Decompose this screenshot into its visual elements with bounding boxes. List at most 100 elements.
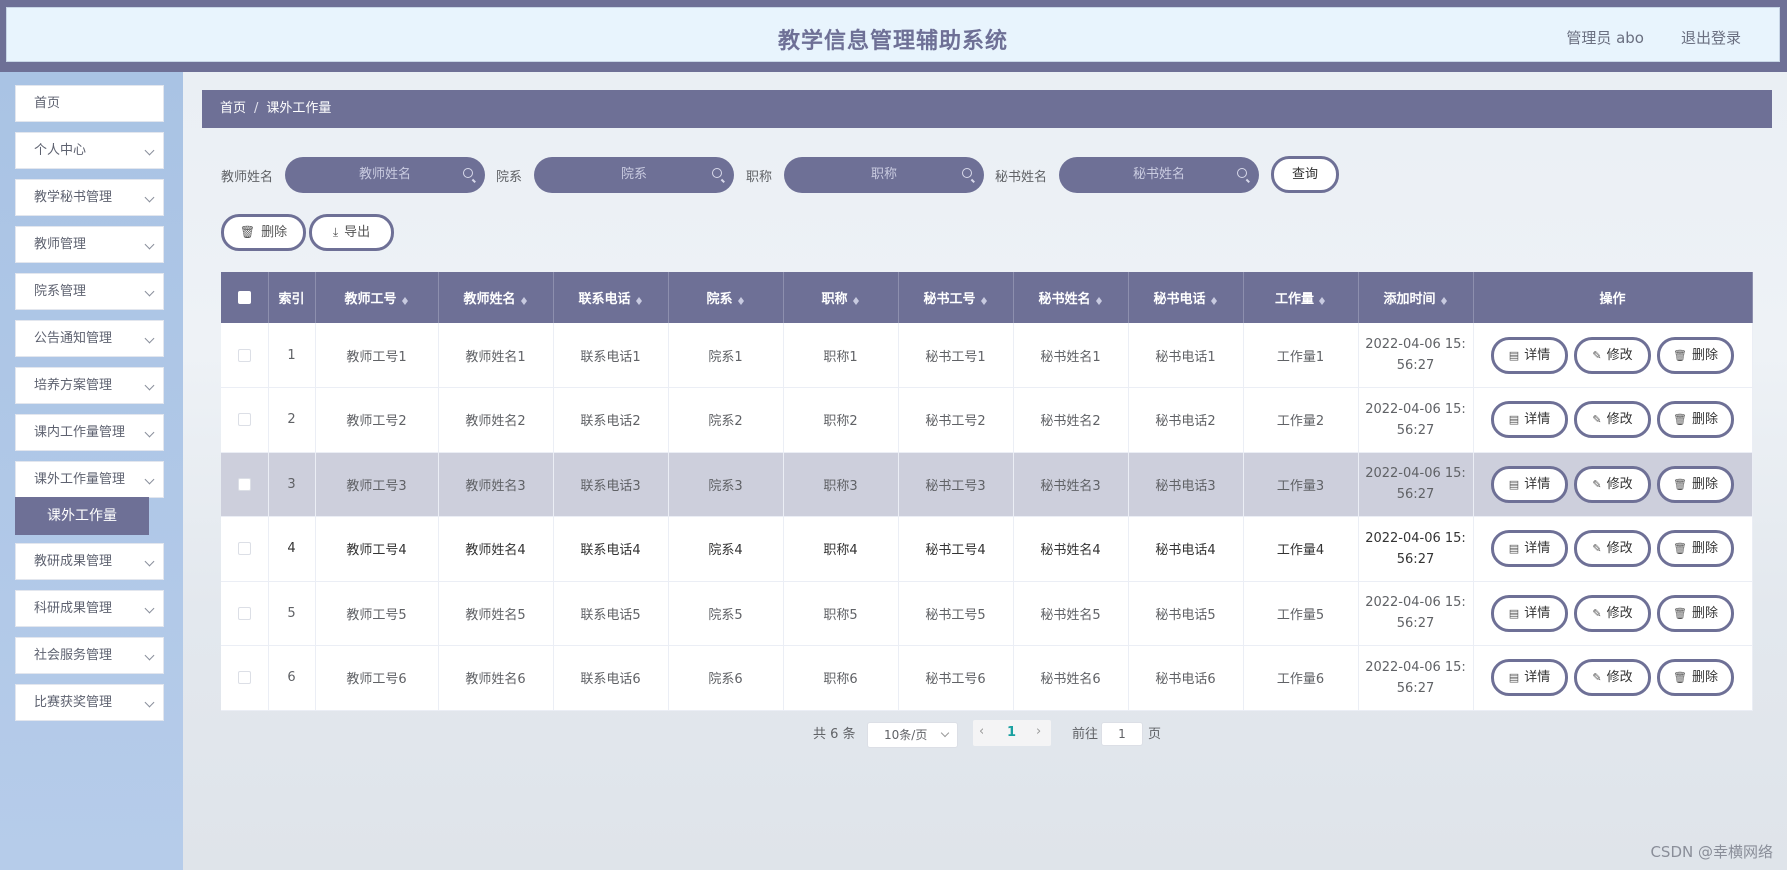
sidebar-item-secretary[interactable]: 教学秘书管理 xyxy=(15,179,164,216)
sort-icon[interactable] xyxy=(635,294,643,306)
export-button[interactable]: ⤓ 导出 xyxy=(309,214,394,251)
time-cell: 2022-04-06 15: 56:27 xyxy=(1358,581,1474,646)
col-header-added-time[interactable]: 添加时间 xyxy=(1358,272,1474,323)
sidebar-item-competition[interactable]: 比赛获奖管理 xyxy=(15,684,164,721)
row-select-cell[interactable] xyxy=(221,516,269,582)
delete-button[interactable]: 🗑 删除 xyxy=(1657,530,1734,568)
sidebar-item-plan[interactable]: 培养方案管理 xyxy=(15,367,164,404)
sort-icon[interactable] xyxy=(1319,294,1326,306)
detail-button[interactable]: ▤ 详情 xyxy=(1491,659,1568,697)
logout-link[interactable]: 退出登录 xyxy=(1681,27,1741,48)
edit-button[interactable]: ✎ 修改 xyxy=(1574,659,1651,697)
sidebar-item-label: 科研成果管理 xyxy=(34,601,113,616)
goto-page-input[interactable]: 1 xyxy=(1101,722,1143,746)
page-size-select[interactable]: 10条/页 xyxy=(867,722,958,748)
sort-icon[interactable] xyxy=(737,294,745,306)
row-select-cell[interactable] xyxy=(221,581,269,646)
col-header-phone[interactable]: 联系电话 xyxy=(553,272,669,323)
sidebar-item-in-class-workload[interactable]: 课内工作量管理 xyxy=(15,414,164,451)
breadcrumb-home[interactable]: 首页 xyxy=(220,101,246,116)
delete-button[interactable]: 🗑 删除 xyxy=(1657,659,1734,697)
sort-icon[interactable] xyxy=(1210,294,1218,306)
edit-button[interactable]: ✎ 修改 xyxy=(1574,401,1651,439)
row-select-cell[interactable] xyxy=(221,323,269,388)
sort-icon[interactable] xyxy=(1440,294,1448,306)
table-cell: 秘书电话5 xyxy=(1128,581,1244,646)
table-cell: 联系电话2 xyxy=(553,387,669,453)
table-cell: 秘书工号3 xyxy=(898,452,1014,517)
secretary-name-input[interactable]: 秘书姓名 xyxy=(1059,157,1259,193)
delete-button[interactable]: 🗑 删除 xyxy=(1657,401,1734,439)
table-cell: 教师姓名5 xyxy=(438,581,554,646)
query-button[interactable]: 查询 xyxy=(1271,156,1339,193)
col-header-secretary-id[interactable]: 秘书工号 xyxy=(898,272,1014,323)
col-header-secretary-phone[interactable]: 秘书电话 xyxy=(1128,272,1244,323)
detail-button[interactable]: ▤ 详情 xyxy=(1491,530,1568,568)
pencil-icon: ✎ xyxy=(1592,477,1602,491)
teacher-name-label: 教师姓名 xyxy=(221,170,274,185)
sidebar-item-label: 公告通知管理 xyxy=(34,331,113,346)
table-cell: 秘书工号2 xyxy=(898,387,1014,453)
edit-button[interactable]: ✎ 修改 xyxy=(1574,530,1651,568)
sort-icon[interactable] xyxy=(852,294,860,306)
edit-button[interactable]: ✎ 修改 xyxy=(1574,465,1651,503)
sidebar-item-extra-class-workload[interactable]: 课外工作量管理 xyxy=(15,461,164,498)
row-checkbox[interactable] xyxy=(237,413,251,427)
select-all-cell[interactable] xyxy=(221,272,269,323)
row-select-cell[interactable] xyxy=(221,452,269,517)
edit-button[interactable]: ✎ 修改 xyxy=(1574,594,1651,632)
table-row: 4 教师工号4 教师姓名4 联系电话4 院系4 职称4 秘书工号4 秘书姓名4 秘书电话4 工作量… xyxy=(221,516,1753,582)
sort-icon[interactable] xyxy=(401,294,409,306)
title-input[interactable]: 职称 xyxy=(784,157,984,193)
col-header-title[interactable]: 职称 xyxy=(783,272,899,323)
sidebar-item-teacher[interactable]: 教师管理 xyxy=(15,226,164,263)
sidebar-item-home[interactable]: 首页 xyxy=(15,85,164,122)
col-header-secretary-name[interactable]: 秘书姓名 xyxy=(1013,272,1129,323)
sidebar-item-notice[interactable]: 公告通知管理 xyxy=(15,320,164,357)
chevron-down-icon xyxy=(144,333,155,344)
col-header-teacher-id[interactable]: 教师工号 xyxy=(315,272,439,323)
col-header-teacher-name[interactable]: 教师姓名 xyxy=(438,272,554,323)
sidebar: 首页 个人中心 教学秘书管理 教师管理 院系管理 公告通知管理 培养方案管理 课… xyxy=(0,72,183,870)
sidebar-item-teaching-research[interactable]: 教研成果管理 xyxy=(15,543,164,580)
input-placeholder: 教师姓名 xyxy=(358,167,411,182)
sort-icon[interactable] xyxy=(980,294,988,306)
submenu-item-extra-workload[interactable]: 课外工作量 xyxy=(15,497,149,535)
detail-button[interactable]: ▤ 详情 xyxy=(1491,594,1568,632)
table-cell: 职称3 xyxy=(783,452,899,517)
sidebar-item-research[interactable]: 科研成果管理 xyxy=(15,590,164,627)
row-checkbox[interactable] xyxy=(237,671,251,685)
detail-button[interactable]: ▤ 详情 xyxy=(1491,401,1568,439)
row-select-cell[interactable] xyxy=(221,387,269,453)
department-input[interactable]: 院系 xyxy=(534,157,734,193)
sidebar-item-label: 院系管理 xyxy=(34,284,87,299)
row-checkbox[interactable] xyxy=(237,348,251,362)
detail-button[interactable]: ▤ 详情 xyxy=(1491,465,1568,503)
current-page[interactable]: 1 xyxy=(1007,725,1016,740)
row-checkbox[interactable] xyxy=(237,542,251,556)
row-checkbox[interactable] xyxy=(237,477,251,491)
watermark: CSDN @幸横网络 xyxy=(1650,843,1773,861)
sidebar-item-profile[interactable]: 个人中心 xyxy=(15,132,164,169)
next-page-icon[interactable]: › xyxy=(1036,724,1041,739)
teacher-name-input[interactable]: 教师姓名 xyxy=(285,157,485,193)
prev-page-icon[interactable]: ‹ xyxy=(979,724,984,739)
sidebar-item-department[interactable]: 院系管理 xyxy=(15,273,164,310)
batch-delete-button[interactable]: 🗑 删除 xyxy=(221,214,306,251)
col-header-department[interactable]: 院系 xyxy=(668,272,784,323)
col-header-workload[interactable]: 工作量 xyxy=(1243,272,1359,323)
row-select-cell[interactable] xyxy=(221,645,269,711)
delete-button[interactable]: 🗑 删除 xyxy=(1657,336,1734,374)
delete-button[interactable]: 🗑 删除 xyxy=(1657,465,1734,503)
delete-button[interactable]: 🗑 删除 xyxy=(1657,594,1734,632)
sidebar-item-social-service[interactable]: 社会服务管理 xyxy=(15,637,164,674)
detail-button[interactable]: ▤ 详情 xyxy=(1491,336,1568,374)
header: 教学信息管理辅助系统 管理员 abo 退出登录 xyxy=(6,7,1780,62)
row-checkbox[interactable] xyxy=(237,606,251,620)
select-all-checkbox[interactable] xyxy=(237,291,251,304)
sort-icon[interactable] xyxy=(520,294,528,306)
sort-icon[interactable] xyxy=(1095,294,1103,306)
table-cell: 秘书工号1 xyxy=(898,323,1014,388)
table-cell: 秘书电话4 xyxy=(1128,516,1244,582)
edit-button[interactable]: ✎ 修改 xyxy=(1574,336,1651,374)
